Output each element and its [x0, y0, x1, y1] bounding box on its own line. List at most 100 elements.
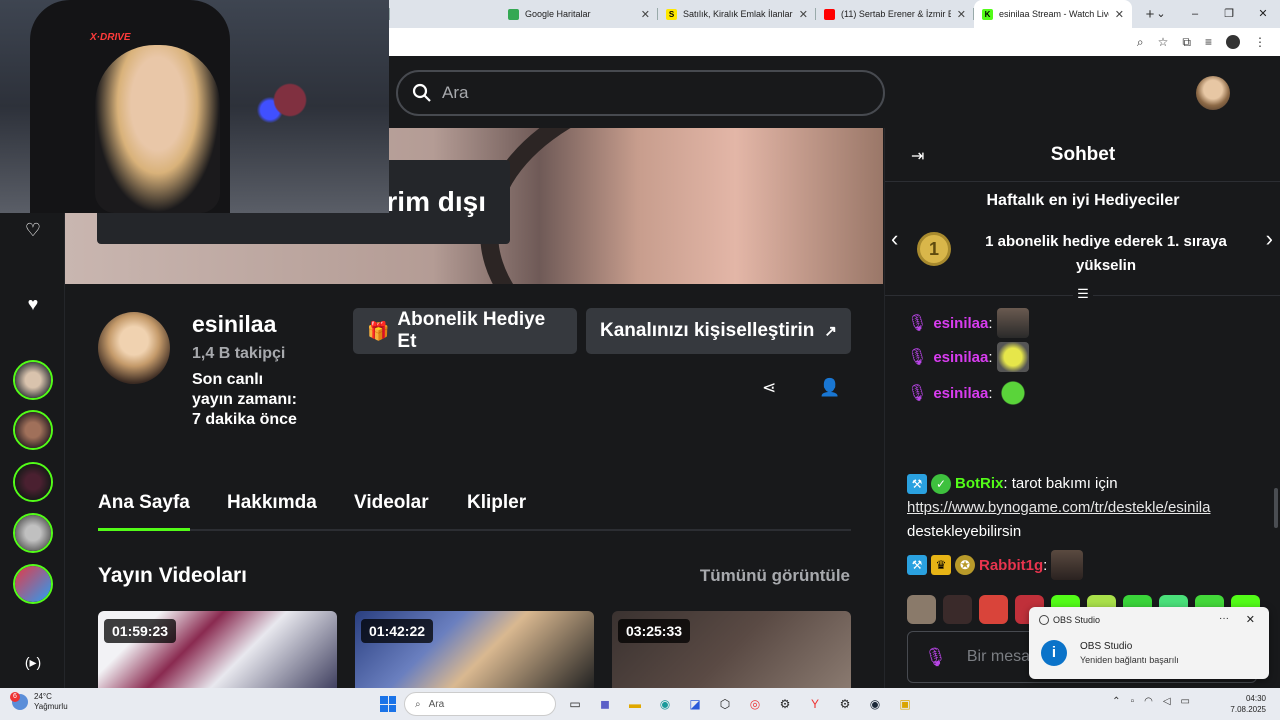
browser-tab-active[interactable]: K esinilaa Stream - Watch Live on Kick ✕	[974, 0, 1132, 28]
see-all-link[interactable]: Tümünü görüntüle	[700, 566, 850, 586]
browser-tab[interactable]: S Satılık, Kiralık Emlak İlanları sahibi…	[658, 0, 816, 28]
reading-list-icon[interactable]: ≡	[1205, 35, 1212, 49]
chat-message: 🎙 esinilaa:	[907, 308, 1029, 338]
more-options-icon[interactable]: ···	[1219, 613, 1229, 624]
emote[interactable]	[979, 595, 1008, 624]
info-icon: i	[1041, 640, 1067, 666]
followed-channel-avatar[interactable]	[13, 410, 53, 450]
add-friend-icon[interactable]: 👤	[819, 378, 840, 398]
customize-label: Kanalınızı kişiselleştirin	[600, 320, 815, 341]
search-input[interactable]: Ara	[396, 70, 885, 116]
menu-icon[interactable]: ⋮	[1254, 35, 1266, 49]
followed-channel-avatar[interactable]	[13, 564, 53, 604]
taskbar-search[interactable]: ⌕ Ara	[404, 692, 556, 716]
user-avatar[interactable]	[1196, 76, 1230, 110]
minimize-button[interactable]: –	[1178, 0, 1212, 28]
task-view-icon[interactable]: ▭	[564, 693, 586, 715]
emote	[996, 308, 1029, 338]
gift-icon: 🎁	[367, 320, 390, 341]
app-tray-icon[interactable]: ▫	[1131, 696, 1135, 707]
emote[interactable]	[943, 595, 972, 624]
chat-username[interactable]: Rabbit1g	[979, 557, 1043, 574]
app-icon[interactable]: ⬡	[714, 693, 736, 715]
chat-message: 🎙 esinilaa:	[907, 378, 1029, 408]
windows-start-icon[interactable]	[380, 696, 396, 712]
webcam-overlay: X·DRIVE	[0, 0, 389, 213]
rank-medal: 1	[917, 232, 951, 266]
channel-avatar[interactable]	[98, 312, 170, 384]
bot-text-2: destekleyebilirsin	[907, 523, 1022, 540]
chat-username[interactable]: esinilaa	[933, 385, 988, 402]
browser-tab[interactable]: (11) Sertab Erener & İzmir Big Band ✕	[816, 0, 974, 28]
yandex-icon[interactable]: Y	[804, 693, 826, 715]
pin-toggle-icon[interactable]: ☰	[1073, 286, 1093, 306]
emote	[1051, 550, 1084, 580]
clock-date: 7.08.2025	[1230, 705, 1266, 714]
edge-icon[interactable]: ◉	[654, 693, 676, 715]
close-icon[interactable]: ✕	[1246, 613, 1255, 626]
notification-app-name: OBS Studio	[1053, 615, 1101, 625]
weather-widget[interactable]: 6 24°C Yağmurlu	[10, 692, 68, 712]
chat-username[interactable]: BotRix	[955, 475, 1003, 492]
streamer	[95, 45, 220, 213]
expand-sidebar-icon[interactable]: (▸)	[21, 650, 45, 674]
tab-home[interactable]: Ana Sayfa	[98, 492, 190, 514]
bookmark-star-icon[interactable]: ☆	[1158, 35, 1169, 49]
followed-channel-avatar[interactable]	[13, 462, 53, 502]
browser-tab[interactable]: Google Haritalar ✕	[500, 0, 658, 28]
chat-link[interactable]: https://www.bynogame.com/tr/destekle/esi…	[907, 499, 1210, 516]
tab-videos[interactable]: Videolar	[354, 492, 429, 514]
battery-icon[interactable]: ▭	[1181, 696, 1190, 707]
zoom-icon[interactable]: ⌕	[1137, 35, 1144, 50]
close-icon[interactable]: ✕	[799, 8, 808, 21]
app-icon[interactable]: ⚙	[774, 693, 796, 715]
bot-chat-message: ⚒ ✓ BotRix: tarot bakımı için https://www.…	[907, 474, 1211, 540]
followed-channel-avatar[interactable]	[13, 360, 53, 400]
heart-icon[interactable]: ♥	[21, 292, 45, 316]
customize-channel-button[interactable]: Kanalınızı kişiselleştirin ↗	[586, 308, 851, 354]
emote[interactable]	[907, 595, 936, 624]
heart-outline-icon[interactable]: ♡	[21, 218, 45, 242]
volume-icon[interactable]: ◁	[1163, 696, 1171, 707]
video-thumbnail[interactable]: 03:25:33	[612, 611, 851, 688]
settings-icon[interactable]: ⚙	[834, 693, 856, 715]
obs-notification[interactable]: OBS Studio ··· ✕ i OBS Studio Yeniden ba…	[1029, 607, 1269, 679]
close-icon[interactable]: ✕	[641, 8, 650, 21]
teams-icon[interactable]: ◼	[594, 693, 616, 715]
close-icon[interactable]: ✕	[1115, 8, 1124, 21]
tab-clips[interactable]: Klipler	[467, 492, 526, 514]
video-thumbnail[interactable]: 01:42:22	[355, 611, 594, 688]
search-icon: ⌕	[415, 698, 421, 710]
gift-sub-button[interactable]: 🎁 Abonelik Hediye Et	[353, 308, 577, 354]
close-icon[interactable]: ✕	[957, 8, 966, 21]
follower-count: 1,4 B takipçi	[192, 345, 286, 362]
followed-channel-avatar[interactable]	[13, 513, 53, 553]
scrollbar[interactable]	[1274, 488, 1278, 528]
taskbar-clock[interactable]: 04:30 7.08.2025	[1230, 693, 1266, 715]
chat-username[interactable]: esinilaa	[933, 349, 988, 366]
share-icon[interactable]: ⋖	[762, 378, 776, 398]
active-tab-indicator	[98, 528, 190, 531]
app-icon[interactable]: ▣	[894, 693, 916, 715]
tab-about[interactable]: Hakkımda	[227, 492, 317, 514]
chat-username[interactable]: esinilaa	[933, 315, 988, 332]
file-explorer-icon[interactable]: ▬	[624, 693, 646, 715]
tray-overflow-icon[interactable]: ⌃	[1112, 696, 1120, 707]
steam-icon[interactable]: ◉	[864, 693, 886, 715]
chevron-right-icon[interactable]: ›	[1266, 226, 1273, 252]
close-window-button[interactable]: ✕	[1246, 0, 1280, 28]
section-title: Yayın Videoları	[98, 564, 248, 587]
chevron-left-icon[interactable]: ‹	[891, 226, 898, 252]
tab-list-button[interactable]: ⌄	[1144, 0, 1178, 28]
wifi-icon[interactable]: ◠	[1144, 696, 1153, 707]
profile-icon[interactable]	[1226, 35, 1240, 49]
chrome-icon[interactable]: ◎	[744, 693, 766, 715]
last-live-text: Son canlı yayın zamanı: 7 dakika önce	[192, 371, 297, 428]
maximize-button[interactable]: ❐	[1212, 0, 1246, 28]
weather-desc: Yağmurlu	[34, 702, 68, 711]
top-gifters-message: 1 abonelik hediye ederek 1. sıraya yükse…	[985, 233, 1227, 274]
app-icon[interactable]: ◪	[684, 693, 706, 715]
extensions-icon[interactable]: ⧉	[1182, 35, 1191, 50]
video-thumbnail[interactable]: 01:59:23	[98, 611, 337, 688]
emote	[996, 378, 1029, 408]
